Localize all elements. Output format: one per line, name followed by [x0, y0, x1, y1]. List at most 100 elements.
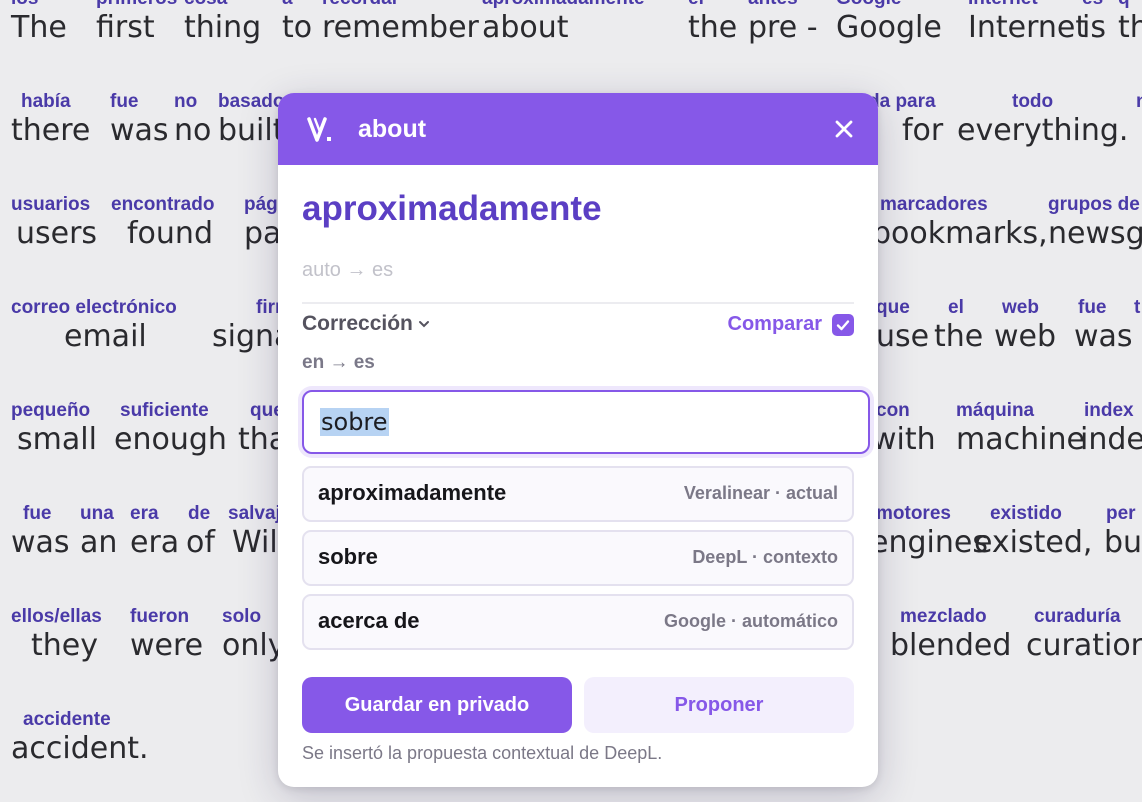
reader-token[interactable]: fue was — [110, 91, 169, 151]
suggestion-option[interactable]: aproximadamente Veralinear · actual — [302, 466, 854, 522]
reader-token[interactable]: curaduría curation — [1026, 606, 1142, 666]
token-source: was — [110, 113, 169, 148]
reader-token[interactable]: elthe — [688, 0, 737, 48]
reader-token[interactable]: losThe — [11, 0, 67, 48]
reader-token[interactable]: mezclado blended — [890, 606, 1011, 666]
token-source: blended — [890, 628, 1012, 663]
token-gloss: accidente — [23, 709, 111, 730]
reader-token[interactable]: t — [1134, 297, 1140, 318]
reader-token[interactable]: ellos/ellas they — [11, 606, 102, 666]
input-value: sobre — [320, 408, 389, 436]
reader-token[interactable]: con with — [872, 400, 936, 460]
reader-token[interactable]: solo only — [222, 606, 285, 666]
reader-token[interactable]: elthe — [934, 297, 983, 357]
translated-word: aproximadamente — [302, 189, 602, 228]
reader-token[interactable]: per bu — [1104, 503, 1142, 563]
token-source: to — [282, 10, 313, 45]
token-source: the — [688, 10, 738, 45]
reader-token[interactable]: index inde — [1080, 400, 1142, 460]
reader-token[interactable]: fue was — [11, 503, 70, 563]
save-private-button[interactable]: Guardar en privado — [302, 677, 572, 733]
correction-label: Corrección — [302, 312, 413, 335]
token-source: users — [16, 216, 98, 251]
reader-token[interactable]: una an — [80, 503, 117, 563]
reader-token[interactable]: fue was — [1074, 297, 1133, 357]
reader-token[interactable]: todo everything. — [957, 91, 1128, 151]
token-source: inde — [1080, 422, 1142, 457]
status-message: Se insertó la propuesta contextual de De… — [302, 743, 663, 763]
reader-token[interactable]: esis — [1082, 0, 1106, 48]
suggestion-word: aproximadamente — [318, 480, 507, 505]
reader-token[interactable]: web web — [994, 297, 1056, 357]
suggestion-source: Google · automático — [663, 611, 838, 631]
suggestion-word: acerca de — [318, 608, 420, 633]
reader-token[interactable]: grupos de newsg — [1048, 194, 1142, 254]
reader-token[interactable]: motores engines — [870, 503, 988, 563]
token-source: small — [17, 422, 97, 457]
reader-token[interactable]: primerosfirst — [96, 0, 177, 48]
reader-token[interactable]: aproximadamenteabout — [482, 0, 645, 48]
reader-token[interactable]: n — [1136, 91, 1142, 112]
token-source: there — [11, 113, 91, 148]
token-source: Internet — [968, 10, 1088, 45]
token-source: they — [31, 628, 98, 663]
token-source: found — [127, 216, 213, 251]
reader-token[interactable]: era era — [130, 503, 179, 563]
reader-token[interactable]: no no — [174, 91, 211, 151]
reader-token[interactable]: cosathing — [184, 0, 261, 48]
reader-token[interactable]: correo electrónico email — [11, 297, 177, 357]
checkmark-icon — [836, 319, 850, 330]
reader-token[interactable]: InternetInternet — [968, 0, 1087, 48]
translation-popup: about aproximadamente auto → es Correcci… — [278, 93, 878, 787]
token-source: Google — [836, 10, 942, 45]
token-gloss: per — [1106, 503, 1136, 524]
reader-token[interactable]: qth — [1118, 0, 1142, 48]
reader-token[interactable]: suficiente enough — [114, 400, 227, 460]
suggestion-option[interactable]: acerca de Google · automático — [302, 594, 854, 650]
reader-token[interactable]: había there — [11, 91, 90, 151]
veralinear-logo — [306, 116, 336, 151]
token-source: was — [1074, 319, 1133, 354]
divider — [302, 302, 854, 304]
token-source: about — [482, 10, 569, 45]
logo-icon — [307, 117, 331, 142]
token-gloss: había — [21, 91, 71, 112]
reader-token[interactable]: marcadores bookmarks, — [872, 194, 1048, 254]
suggestion-source: DeepL · contexto — [692, 547, 838, 567]
token-source: was — [11, 525, 70, 560]
token-source: no — [174, 113, 212, 148]
reader-token[interactable]: pequeño small — [11, 400, 97, 460]
reader-token[interactable]: accidente accident. — [11, 709, 149, 769]
token-gloss: existido — [990, 503, 1062, 524]
correction-dropdown[interactable]: Corrección — [302, 312, 430, 336]
reader-token[interactable]: usuarios users — [11, 194, 97, 254]
token-gloss: no — [174, 91, 198, 112]
token-gloss: fueron — [130, 606, 190, 627]
reader-token[interactable]: existido existed, — [974, 503, 1092, 563]
reader-token[interactable]: máquina machine — [956, 400, 1085, 460]
reader-token[interactable]: ato — [282, 0, 312, 48]
token-gloss: marcadores — [880, 194, 988, 215]
token-source: existed, — [974, 525, 1093, 560]
token-source: remember — [322, 10, 479, 45]
reader-token[interactable]: GoogleGoogle — [836, 0, 942, 48]
reader-token[interactable]: encontrado found — [111, 194, 214, 254]
language-direction-auto: auto → es — [302, 259, 394, 281]
token-gloss: grupos de — [1048, 194, 1140, 215]
reader-token[interactable]: antespre - — [748, 0, 818, 48]
propose-button[interactable]: Proponer — [584, 677, 854, 733]
suggestion-option[interactable]: sobre DeepL · contexto — [302, 530, 854, 586]
translation-input[interactable]: sobre — [302, 390, 870, 454]
reader-token[interactable]: parafor — [902, 91, 943, 151]
token-gloss: el — [948, 297, 964, 318]
close-icon[interactable] — [832, 117, 856, 141]
compare-checkbox[interactable] — [832, 313, 854, 336]
reader-token[interactable]: recordarremember — [322, 0, 479, 48]
reader-token[interactable]: fueron were — [130, 606, 203, 666]
reader-token[interactable]: que use — [876, 297, 929, 357]
reader-token[interactable]: basado built — [218, 91, 285, 151]
reader-token[interactable]: de of — [186, 503, 215, 563]
token-source: everything. — [957, 113, 1129, 148]
compare-toggle[interactable]: Comparar — [728, 313, 854, 336]
token-gloss: máquina — [956, 400, 1035, 421]
